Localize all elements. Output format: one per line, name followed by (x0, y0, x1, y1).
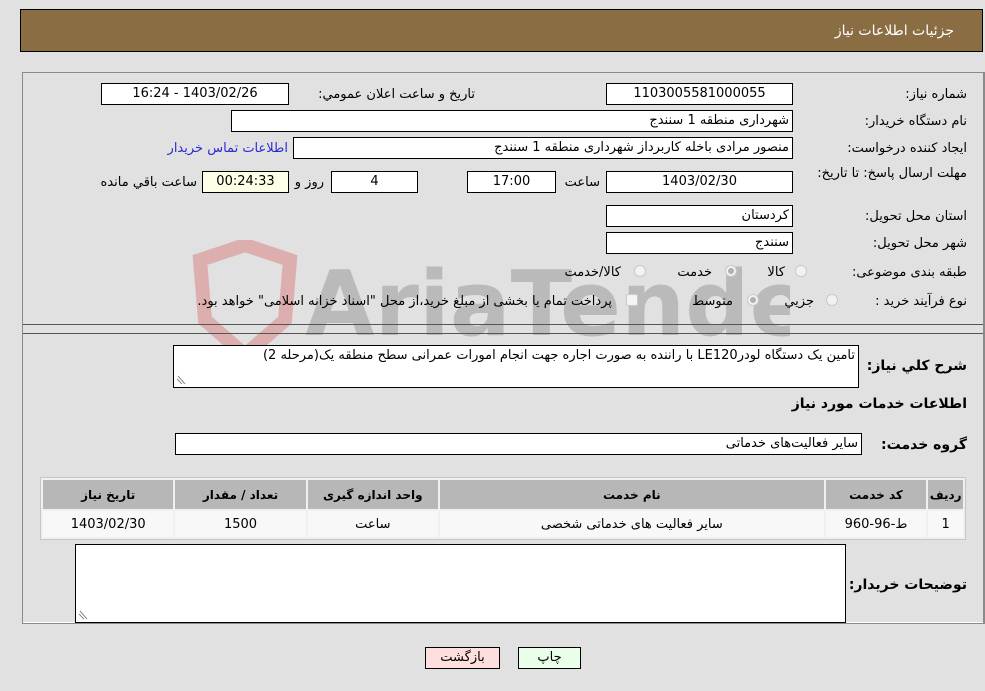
deadline-time-field: 17:00 (467, 171, 556, 193)
cell-service-name: سایر فعالیت های خدماتی شخصی (439, 511, 824, 537)
category-label: طبقه بندی موضوعی: (851, 265, 967, 280)
col-header-unit: واحد اندازه گیری (307, 480, 438, 509)
col-header-quantity: تعداد / مقدار (175, 480, 306, 509)
page-header: جزئيات اطلاعات نیاز (20, 9, 983, 52)
category-option-goods-service: کالا/خدمت (564, 265, 621, 280)
province-field: کردستان (606, 205, 793, 227)
table-header-row: ردیف کد خدمت نام خدمت واحد اندازه گیری ت… (43, 480, 963, 509)
city-field: سنندج (606, 232, 793, 254)
cell-need-date: 1403/02/30 (43, 511, 174, 537)
days-label: روز و (294, 175, 324, 190)
cell-service-code: ط-96-960 (825, 511, 927, 537)
remaining-time-label: ساعت باقي مانده (100, 175, 197, 190)
cell-row-number: 1 (928, 511, 963, 537)
deadline-time-label: ساعت (564, 175, 600, 190)
service-group-label: گروه خدمت: (881, 437, 967, 453)
category-option-goods: کالا (767, 265, 785, 280)
description-textarea[interactable]: تامین یک دستگاه لودرLE120 با راننده به ص… (173, 345, 859, 388)
purchase-option-medium: متوسط (692, 294, 733, 309)
creator-label: ایجاد کننده درخواست: (847, 141, 967, 156)
remaining-time-field: 00:24:33 (202, 171, 289, 193)
col-header-row-number: ردیف (928, 480, 963, 509)
col-header-service-name: نام خدمت (439, 480, 824, 509)
category-radio-goods[interactable] (795, 265, 807, 277)
category-radio-goods-service[interactable] (634, 265, 646, 277)
deadline-date-field: 1403/02/30 (606, 171, 793, 193)
province-label: استان محل تحویل: (865, 209, 967, 224)
col-header-need-date: تاریخ نیاز (43, 480, 174, 509)
print-button[interactable]: چاپ (518, 647, 581, 669)
table-row: 1 ط-96-960 سایر فعالیت های خدماتی شخصی س… (43, 511, 963, 537)
cell-quantity: 1500 (175, 511, 306, 537)
resize-grip-icon[interactable] (176, 375, 186, 385)
treasury-note: پرداخت تمام یا بخشی از مبلغ خرید،از محل … (197, 294, 612, 309)
purchase-type-label: نوع فرآیند خرید : (875, 294, 967, 309)
cell-unit: ساعت (307, 511, 438, 537)
days-remaining-field: 4 (331, 171, 418, 193)
services-section-title: اطلاعات خدمات مورد نیاز (791, 396, 967, 412)
need-number-label: شماره نیاز: (905, 87, 967, 102)
resize-grip-icon[interactable] (78, 610, 88, 620)
description-label: شرح کلي نياز: (866, 358, 967, 374)
back-button[interactable]: بازگشت (425, 647, 500, 669)
buyer-notes-textarea[interactable] (75, 544, 846, 623)
separator-line (23, 333, 983, 334)
col-header-service-code: کد خدمت (825, 480, 927, 509)
announce-datetime-label: تاریخ و ساعت اعلان عمومي: (318, 87, 475, 102)
need-number-field: 1103005581000055 (606, 83, 793, 105)
category-radio-service[interactable] (725, 265, 737, 277)
page-title: جزئيات اطلاعات نیاز (834, 23, 954, 39)
service-group-field: سایر فعالیت‌های خدماتی (175, 433, 862, 455)
purchase-option-minor: جزيي (784, 294, 814, 309)
deadline-label: مهلت ارسال پاسخ: تا تاریخ: (817, 166, 967, 181)
buyer-org-label: نام دستگاه خریدار: (864, 114, 967, 129)
city-label: شهر محل تحویل: (872, 236, 967, 251)
purchase-radio-medium[interactable] (747, 294, 759, 306)
purchase-radio-minor[interactable] (826, 294, 838, 306)
buyer-notes-label: توضیحات خریدار: (848, 577, 967, 593)
services-table: ردیف کد خدمت نام خدمت واحد اندازه گیری ت… (40, 477, 966, 540)
separator-line (23, 324, 983, 325)
buyer-contact-link[interactable]: اطلاعات تماس خریدار (168, 141, 288, 156)
buyer-org-field: شهرداری منطقه 1 سنندج (231, 110, 793, 132)
creator-field: منصور مرادی باخله کاربرداز شهرداری منطقه… (293, 137, 793, 159)
treasury-checkbox[interactable] (626, 294, 638, 306)
announce-datetime-field: 1403/02/26 - 16:24 (101, 83, 289, 105)
description-text: تامین یک دستگاه لودرLE120 با راننده به ص… (262, 348, 855, 363)
category-option-service: خدمت (677, 265, 712, 280)
